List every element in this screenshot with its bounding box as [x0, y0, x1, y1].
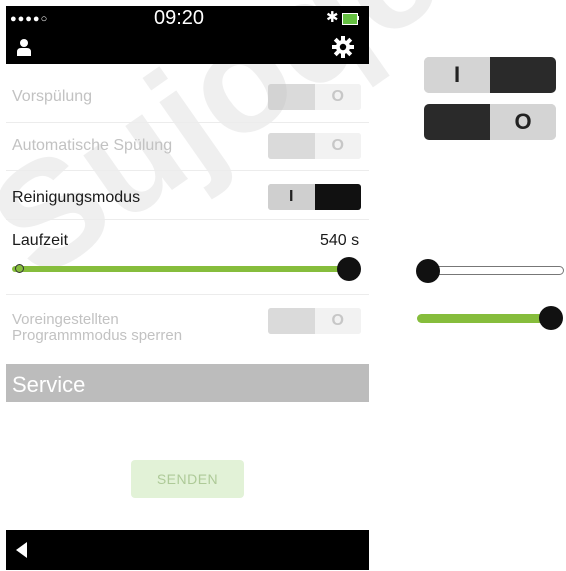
toggle-off-label: O — [314, 84, 361, 110]
programmmodus-label: Voreingestellten Programmmodus sperren — [12, 312, 182, 344]
gear-icon[interactable] — [332, 36, 354, 58]
bluetooth-icon: ✱ — [326, 9, 339, 26]
battery-tip — [357, 16, 359, 20]
reinigungsmodus-toggle[interactable]: I — [268, 184, 361, 210]
legend-toggle-dark-segment — [424, 104, 490, 140]
service-title: Service — [12, 372, 86, 397]
legend-slider-empty-track[interactable] — [426, 266, 564, 275]
separator — [6, 122, 369, 123]
laufzeit-slider-knob[interactable] — [337, 257, 361, 281]
battery-icon — [342, 13, 358, 25]
laufzeit-value: 540 s — [320, 232, 360, 249]
legend-toggle-off[interactable]: O — [424, 104, 556, 140]
bottom-navigation-bar — [6, 530, 369, 570]
automatische-spuelung-toggle[interactable]: O — [268, 133, 361, 159]
laufzeit-label: Laufzeit — [12, 232, 69, 249]
back-arrow-icon[interactable] — [16, 542, 27, 558]
laufzeit-slider-track[interactable] — [12, 266, 352, 272]
send-button[interactable]: SENDEN — [131, 460, 244, 498]
vorspuelung-toggle[interactable]: O — [268, 84, 361, 110]
toggle-left-segment — [268, 308, 315, 334]
user-icon[interactable] — [16, 38, 32, 56]
toggle-left-segment — [268, 133, 315, 159]
separator — [6, 219, 369, 220]
legend-toggle-dark-segment — [490, 57, 556, 93]
programmmodus-toggle[interactable]: O — [268, 308, 361, 334]
programmmodus-label-line1: Voreingestellten — [12, 311, 119, 328]
app-header — [6, 30, 369, 64]
toggle-off-label: O — [314, 308, 361, 334]
status-time: 09:20 — [154, 7, 205, 29]
toggle-on-label: I — [268, 184, 315, 210]
separator — [6, 294, 369, 295]
laufzeit-slider-start — [15, 264, 24, 273]
legend-toggle-on-label: I — [424, 57, 490, 93]
toggle-right-segment — [314, 184, 361, 210]
vorspuelung-label: Vorspülung — [12, 88, 93, 105]
legend-slider-full-track[interactable] — [417, 314, 551, 323]
reinigungsmodus-label: Reinigungsmodus — [12, 189, 141, 206]
legend-toggle-on[interactable]: I — [424, 57, 556, 93]
service-section-header: Service — [6, 364, 369, 402]
signal-strength: ●●●●○ — [10, 13, 49, 25]
status-bar: ●●●●○ 09:20 ✱ — [6, 6, 369, 30]
toggle-left-segment — [268, 84, 315, 110]
toggle-off-label: O — [314, 133, 361, 159]
separator — [6, 170, 369, 171]
legend-slider-max-knob[interactable] — [539, 306, 563, 330]
programmmodus-label-line2: Programmmodus sperren — [12, 327, 183, 344]
legend-toggle-off-label: O — [490, 104, 556, 140]
legend-slider-min-knob[interactable] — [416, 259, 440, 283]
automatische-spuelung-label: Automatische Spülung — [12, 137, 173, 154]
